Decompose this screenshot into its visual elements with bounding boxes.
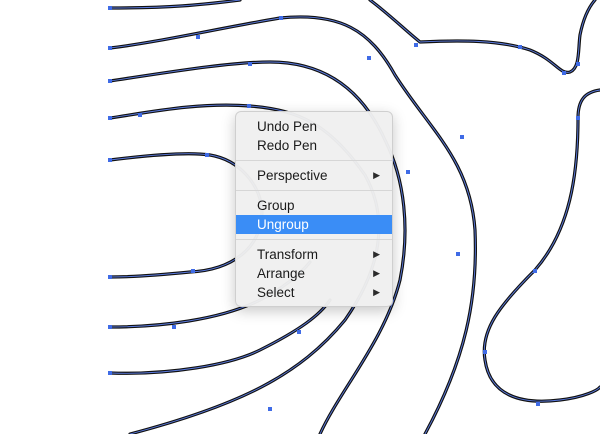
menu-item-label: Arrange [257, 266, 306, 281]
anchor-point[interactable] [576, 62, 580, 66]
anchor-point[interactable] [196, 35, 200, 39]
menu-item-label: Transform [257, 247, 319, 262]
menu-item-redo-pen[interactable]: Redo Pen [236, 136, 392, 155]
menu-item-label: Redo Pen [257, 138, 318, 153]
anchor-point[interactable] [562, 71, 566, 75]
anchor-point[interactable] [460, 135, 464, 139]
menu-item-label: Undo Pen [257, 119, 318, 134]
anchor-point[interactable] [367, 56, 371, 60]
anchor-point[interactable] [456, 252, 460, 256]
menu-item-perspective[interactable]: Perspective ▶ [236, 166, 392, 185]
menu-item-undo-pen[interactable]: Undo Pen [236, 117, 392, 136]
menu-item-label: Ungroup [257, 217, 309, 232]
menu-item-arrange[interactable]: Arrange ▶ [236, 264, 392, 283]
triangle-right-icon: ▶ [373, 249, 380, 259]
anchor-point[interactable] [247, 104, 251, 108]
menu-separator [236, 160, 392, 161]
anchor-point[interactable] [108, 6, 112, 10]
anchor-point[interactable] [138, 113, 142, 117]
anchor-point[interactable] [414, 43, 418, 47]
menu-item-group[interactable]: Group [236, 196, 392, 215]
anchor-point[interactable] [108, 275, 112, 279]
anchor-point[interactable] [518, 45, 522, 49]
contour-path-9[interactable] [482, 88, 600, 403]
anchor-point[interactable] [108, 116, 112, 120]
menu-separator [236, 190, 392, 191]
menu-item-ungroup[interactable]: Ungroup [236, 215, 392, 234]
anchor-point[interactable] [108, 371, 112, 375]
anchor-point[interactable] [483, 350, 487, 354]
contour-path-7[interactable] [108, 298, 332, 375]
menu-item-transform[interactable]: Transform ▶ [236, 245, 392, 264]
anchor-point[interactable] [108, 158, 112, 162]
contour-path-8[interactable] [368, 0, 597, 74]
triangle-right-icon: ▶ [373, 268, 380, 278]
anchor-point[interactable] [536, 402, 540, 406]
context-menu: Undo Pen Redo Pen Perspective ▶ Group Un… [235, 111, 393, 307]
anchor-point[interactable] [108, 79, 112, 83]
menu-item-label: Perspective [257, 168, 328, 183]
menu-item-select[interactable]: Select ▶ [236, 283, 392, 302]
anchor-point[interactable] [172, 325, 176, 329]
anchor-point[interactable] [108, 325, 112, 329]
anchor-point[interactable] [268, 407, 272, 411]
anchor-point[interactable] [108, 46, 112, 50]
triangle-right-icon: ▶ [373, 170, 380, 180]
menu-item-label: Group [257, 198, 295, 213]
menu-item-label: Select [257, 285, 295, 300]
anchor-point[interactable] [576, 116, 580, 120]
anchor-point[interactable] [297, 330, 301, 334]
anchor-point[interactable] [205, 153, 209, 157]
anchor-point[interactable] [279, 16, 283, 20]
menu-separator [236, 239, 392, 240]
anchor-point[interactable] [248, 62, 252, 66]
triangle-right-icon: ▶ [373, 287, 380, 297]
anchor-point[interactable] [533, 269, 537, 273]
anchor-point[interactable] [191, 269, 195, 273]
anchor-point[interactable] [406, 170, 410, 174]
